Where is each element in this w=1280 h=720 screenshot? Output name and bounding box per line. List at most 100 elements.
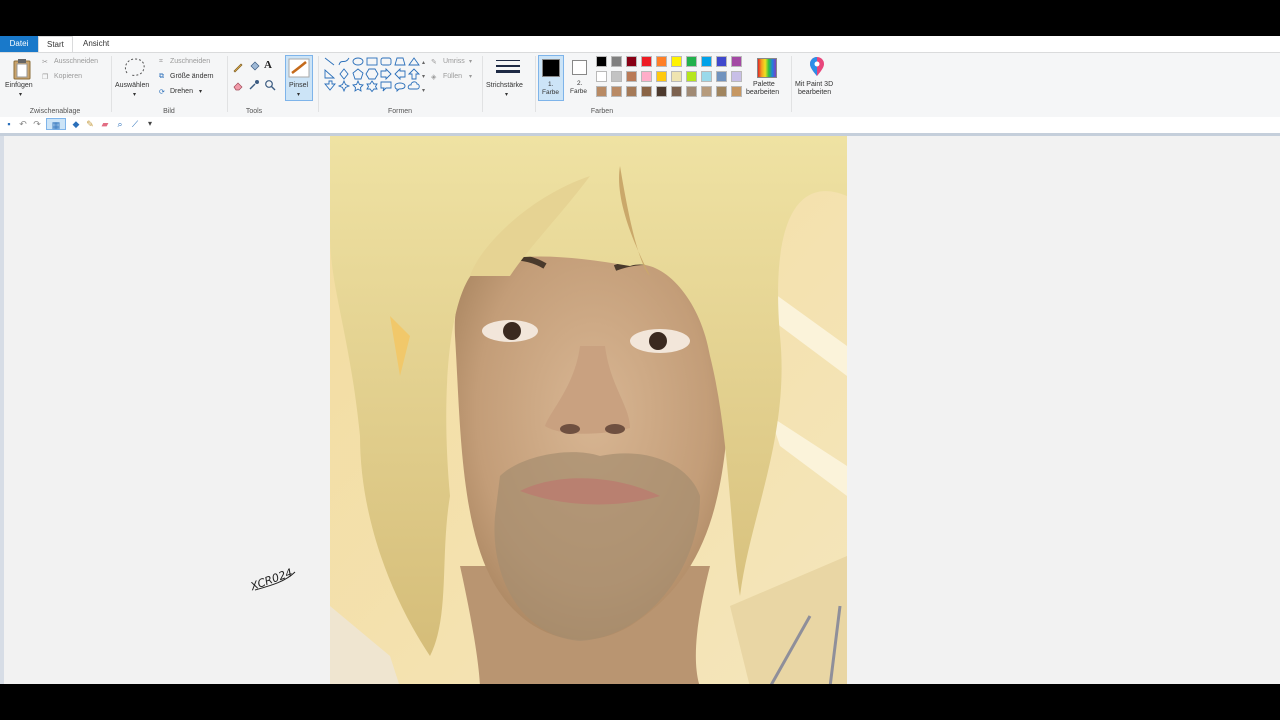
- eraser-icon[interactable]: [232, 79, 244, 91]
- chevron-down-icon: ▾: [469, 74, 473, 80]
- palette-color-swatch[interactable]: [731, 86, 742, 97]
- palette-color-swatch[interactable]: [656, 71, 667, 82]
- cut-button[interactable]: ✂ Ausschneiden: [42, 57, 108, 69]
- palette-color-swatch[interactable]: [701, 86, 712, 97]
- palette-color-swatch[interactable]: [671, 56, 682, 67]
- redo-icon[interactable]: ↷: [31, 118, 43, 130]
- palette-color-swatch[interactable]: [641, 56, 652, 67]
- outline-button[interactable]: ✎ Umriss ▾: [431, 57, 479, 69]
- paint3d-label-2: bearbeiten: [798, 89, 832, 96]
- tab-file[interactable]: Datei: [0, 36, 38, 52]
- shapes-gallery[interactable]: ▴ ▾ ▾: [323, 56, 427, 100]
- fill-bucket-icon[interactable]: ◆: [70, 118, 82, 130]
- color1-button[interactable]: 1. Farbe: [538, 55, 564, 101]
- select-tool-icon[interactable]: ▦: [46, 118, 66, 130]
- rotate-icon: ⟳: [159, 89, 165, 96]
- palette-color-swatch[interactable]: [626, 71, 637, 82]
- crop-button[interactable]: ⌗ Zuschneiden: [159, 57, 223, 69]
- pencil-icon[interactable]: ✎: [84, 118, 96, 130]
- palette-color-swatch[interactable]: [596, 56, 607, 67]
- edit-with-paint3d-button[interactable]: Mit Paint 3D bearbeiten: [793, 55, 841, 101]
- customize-toolbar-icon[interactable]: ▾: [144, 118, 156, 130]
- palette-color-swatch[interactable]: [701, 56, 712, 67]
- palette-color-swatch[interactable]: [671, 86, 682, 97]
- palette-color-swatch[interactable]: [686, 56, 697, 67]
- color1-label-number: 1.: [548, 81, 554, 88]
- palette-color-swatch[interactable]: [596, 71, 607, 82]
- cut-label: Ausschneiden: [54, 58, 98, 65]
- color2-button[interactable]: 2. Farbe: [567, 55, 593, 101]
- palette-color-swatch[interactable]: [656, 56, 667, 67]
- palette-color-swatch[interactable]: [611, 71, 622, 82]
- color1-label: Farbe: [542, 89, 559, 96]
- palette-color-swatch[interactable]: [626, 56, 637, 67]
- lasso-select-icon: [124, 58, 145, 76]
- ribbon-tab-bar: Datei Start Ansicht: [0, 36, 1280, 52]
- color2-label-number: 2.: [577, 80, 583, 87]
- select-button[interactable]: Auswählen ▾: [114, 56, 156, 100]
- palette-color-swatch[interactable]: [641, 71, 652, 82]
- color-picker-icon[interactable]: [248, 79, 260, 91]
- callout-cloud-shape-icon: [407, 81, 420, 90]
- palette-color-swatch[interactable]: [731, 56, 742, 67]
- palette-color-swatch[interactable]: [611, 56, 622, 67]
- magnifier-icon[interactable]: [264, 79, 276, 91]
- palette-color-swatch[interactable]: [596, 86, 607, 97]
- paste-button[interactable]: Einfügen ▾: [4, 56, 38, 100]
- ribbon: Einfügen ▾ ✂ Ausschneiden ❐ Kopieren Zwi…: [0, 52, 1280, 118]
- rotate-button[interactable]: ⟳ Drehen ▾: [159, 87, 223, 99]
- magnifier-icon[interactable]: ⌕: [114, 118, 126, 130]
- pencil-icon[interactable]: [232, 61, 244, 73]
- clipboard-group: Einfügen ▾ ✂ Ausschneiden ❐ Kopieren Zwi…: [0, 53, 110, 117]
- save-icon[interactable]: ▪: [3, 118, 15, 130]
- oval-shape-icon: [352, 57, 364, 66]
- paint-window: Datei Start Ansicht Einfügen ▾ ✂ Ausschn…: [0, 36, 1280, 684]
- color-picker-icon[interactable]: ⟋: [129, 118, 141, 130]
- palette-color-swatch[interactable]: [716, 71, 727, 82]
- tab-view[interactable]: Ansicht: [75, 36, 117, 52]
- expand-gallery-icon: ▾: [422, 87, 425, 94]
- copy-label: Kopieren: [54, 73, 83, 80]
- chevron-down-icon: ▾: [505, 92, 509, 98]
- crop-label: Zuschneiden: [170, 58, 211, 65]
- palette-color-swatch[interactable]: [671, 71, 682, 82]
- tab-start[interactable]: Start: [38, 36, 73, 52]
- pentagon-shape-icon: [352, 68, 364, 80]
- palette-color-swatch[interactable]: [716, 86, 727, 97]
- palette-color-swatch[interactable]: [731, 71, 742, 82]
- palette-color-swatch[interactable]: [626, 86, 637, 97]
- right-triangle-shape-icon: [324, 68, 336, 79]
- resize-button[interactable]: ⧉ Größe ändern: [159, 72, 223, 84]
- undo-icon[interactable]: ↶: [17, 118, 29, 130]
- chevron-down-icon: ▾: [19, 92, 23, 98]
- drawing-canvas[interactable]: [330, 136, 847, 684]
- scissors-icon: ✂: [42, 59, 48, 66]
- palette-color-swatch[interactable]: [701, 71, 712, 82]
- fill-label: Füllen: [443, 73, 463, 80]
- stroke-size-button[interactable]: Strichstärke ▾: [484, 56, 532, 100]
- scroll-down-icon: ▾: [422, 73, 425, 80]
- palette-color-swatch[interactable]: [686, 86, 697, 97]
- curve-shape-icon: [338, 57, 350, 66]
- resize-label: Größe ändern: [170, 73, 214, 80]
- arrow-up-shape-icon: [407, 68, 421, 80]
- copy-icon: ❐: [42, 74, 49, 81]
- star4-shape-icon: [337, 79, 351, 93]
- color1-swatch: [542, 59, 560, 77]
- brushes-button[interactable]: Pinsel ▾: [285, 55, 313, 101]
- fill-bucket-icon[interactable]: [248, 61, 260, 73]
- fill-button[interactable]: ◈ Füllen ▾: [431, 72, 479, 84]
- palette-color-swatch[interactable]: [611, 86, 622, 97]
- rectangle-shape-icon: [366, 57, 378, 66]
- eraser-icon[interactable]: ▰: [99, 118, 111, 130]
- text-icon[interactable]: A: [264, 59, 272, 71]
- edit-colors-label-1: Palette: [753, 81, 775, 88]
- resize-icon: ⧉: [159, 73, 164, 80]
- palette-color-swatch[interactable]: [656, 86, 667, 97]
- palette-color-swatch[interactable]: [641, 86, 652, 97]
- palette-color-swatch[interactable]: [686, 71, 697, 82]
- edit-colors-button[interactable]: Palette bearbeiten: [744, 55, 788, 101]
- copy-button[interactable]: ❐ Kopieren: [42, 72, 108, 84]
- palette-color-swatch[interactable]: [716, 56, 727, 67]
- scroll-up-icon: ▴: [422, 59, 425, 66]
